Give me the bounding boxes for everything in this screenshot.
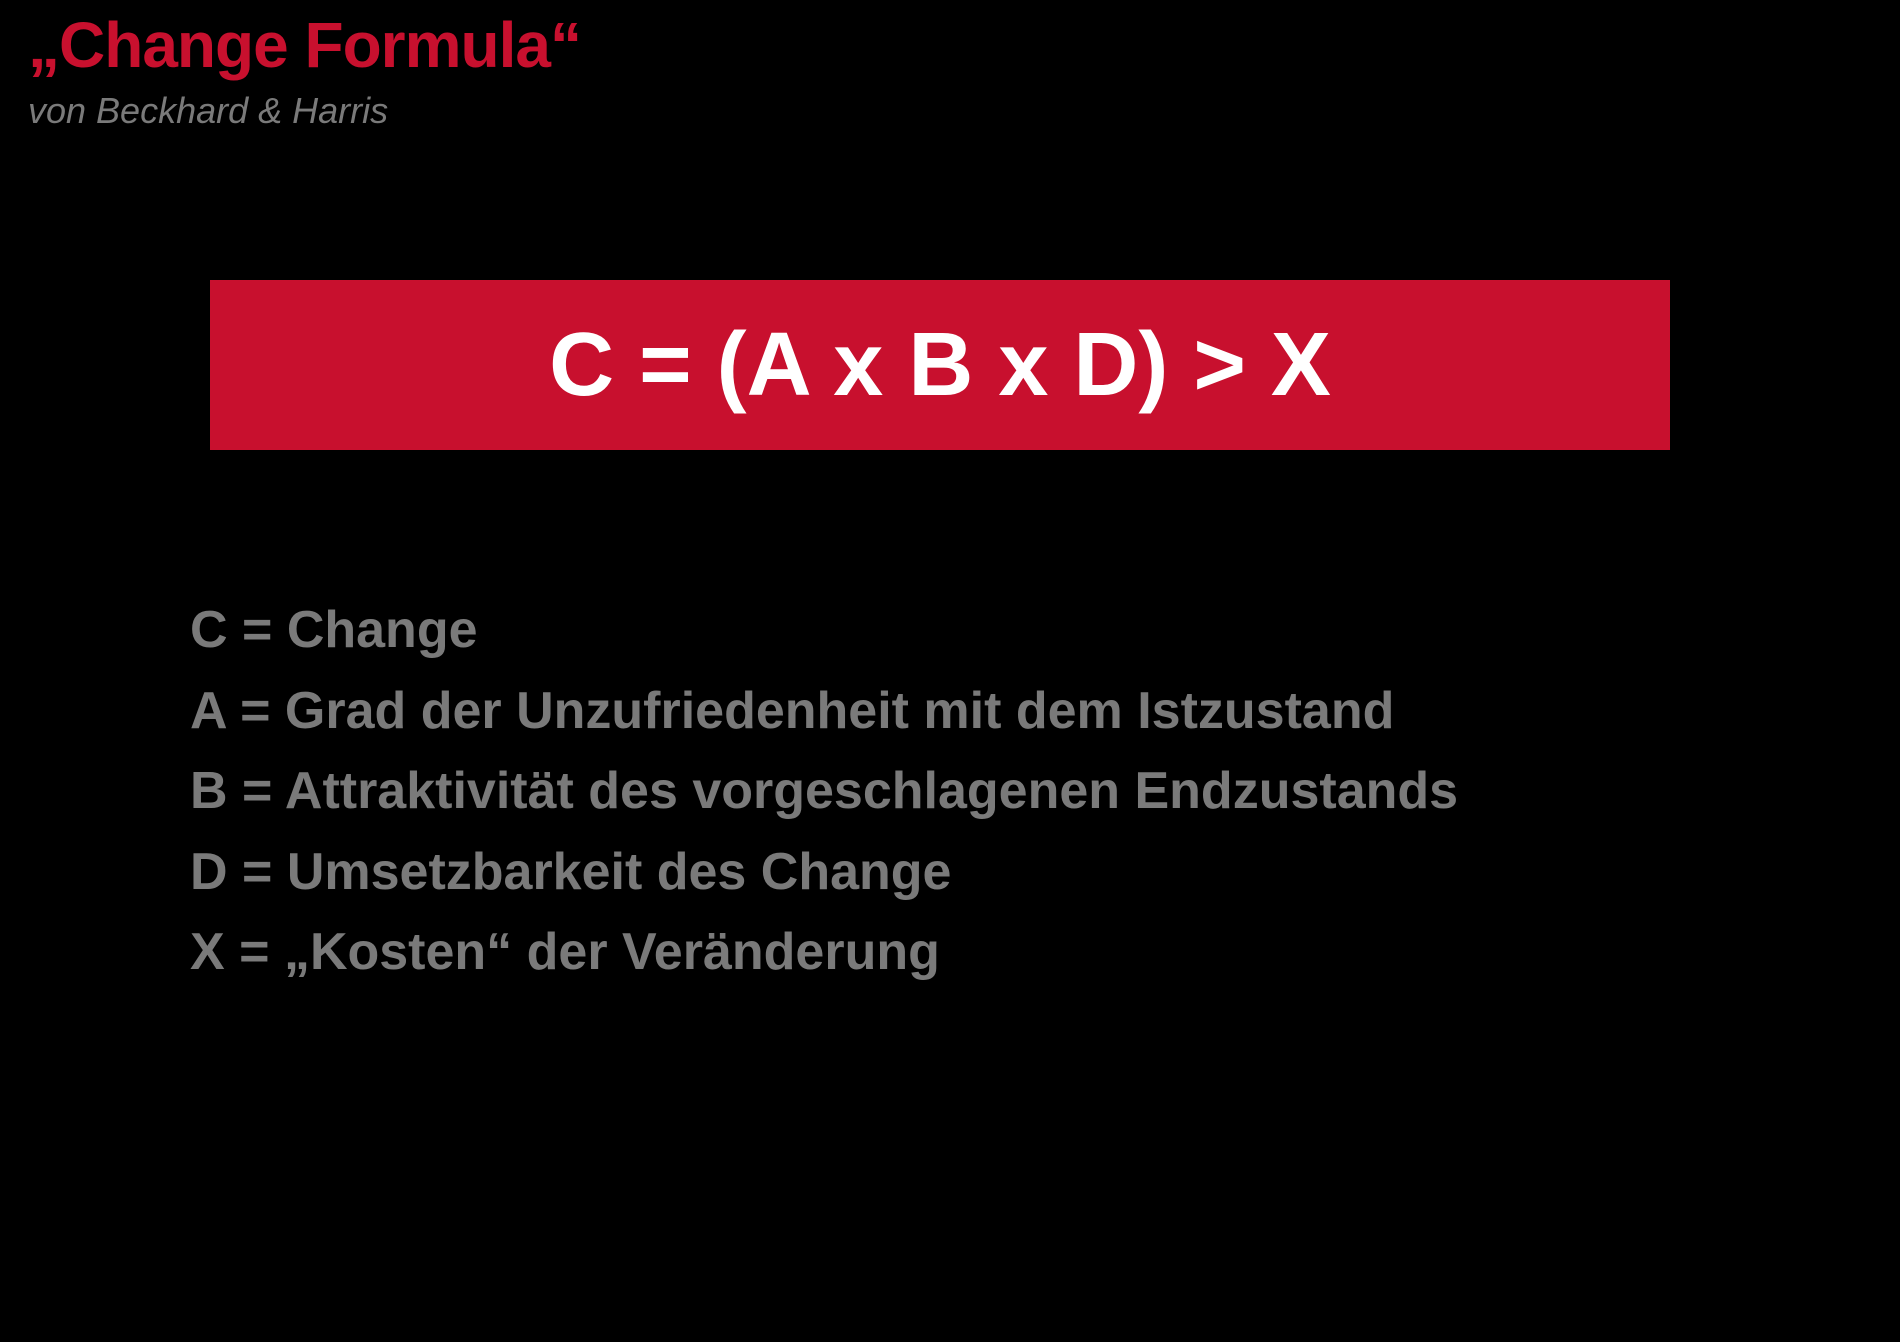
formula-box: C = (A x B x D) > X <box>210 280 1670 450</box>
legend-line-a: A = Grad der Unzufriedenheit mit dem Ist… <box>190 671 1458 752</box>
formula-text: C = (A x B x D) > X <box>549 314 1331 417</box>
legend-line-x: X = „Kosten“ der Veränderung <box>190 912 1458 993</box>
legend-line-c: C = Change <box>190 590 1458 671</box>
slide-subtitle: von Beckhard & Harris <box>28 90 388 132</box>
legend-line-b: B = Attraktivität des vorgeschlagenen En… <box>190 751 1458 832</box>
legend: C = Change A = Grad der Unzufriedenheit … <box>190 590 1458 993</box>
slide-title: „Change Formula“ <box>28 8 581 82</box>
slide: „Change Formula“ von Beckhard & Harris C… <box>0 0 1900 1342</box>
legend-line-d: D = Umsetzbarkeit des Change <box>190 832 1458 913</box>
